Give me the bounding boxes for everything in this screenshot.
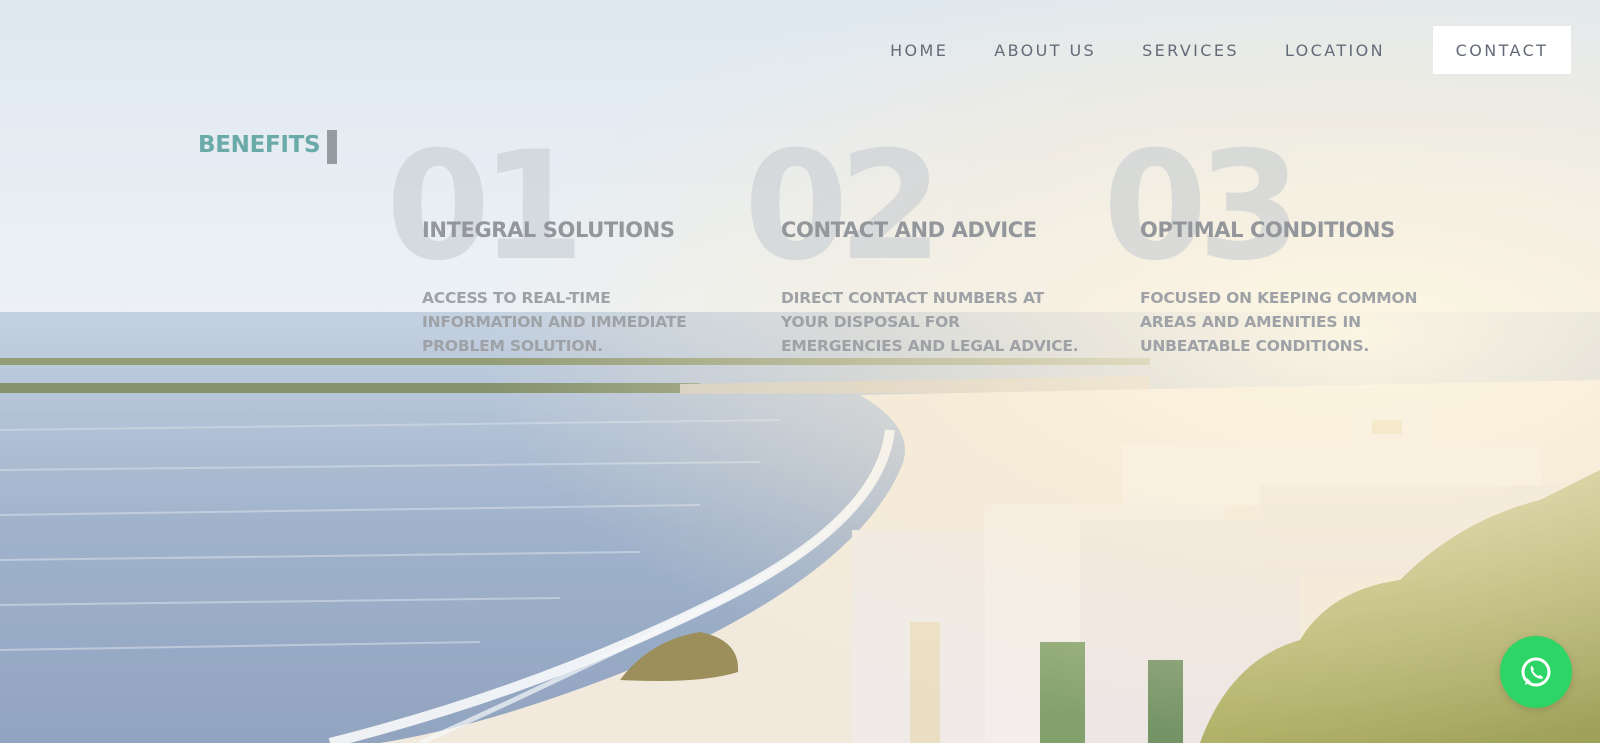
benefit-number: 03 — [1103, 120, 1302, 294]
main-navigation: HOME ABOUT US SERVICES LOCATION CONTACT — [844, 26, 1571, 74]
nav-about-link[interactable]: ABOUT US — [994, 41, 1096, 60]
hero-background — [0, 0, 1600, 743]
hero-overlay — [0, 0, 1600, 743]
benefit-description: FOCUSED ON KEEPING COMMON AREAS AND AMEN… — [1140, 289, 1418, 355]
whatsapp-icon — [1521, 657, 1551, 687]
benefit-number: 01 — [386, 120, 585, 294]
nav-location-link[interactable]: LOCATION — [1285, 41, 1385, 60]
benefit-title: INTEGRAL SOLUTIONS — [422, 218, 675, 242]
benefit-description: DIRECT CONTACT NUMBERS AT YOUR DISPOSAL … — [781, 289, 1079, 355]
nav-services-link[interactable]: SERVICES — [1142, 41, 1239, 60]
benefits-heading: BENEFITS — [198, 132, 321, 158]
benefit-number: 02 — [744, 120, 943, 294]
benefit-title: CONTACT AND ADVICE — [781, 218, 1037, 242]
benefit-title: OPTIMAL CONDITIONS — [1140, 218, 1395, 242]
benefits-heading-bar — [327, 130, 337, 164]
nav-contact-button[interactable]: CONTACT — [1433, 26, 1571, 74]
whatsapp-button[interactable] — [1500, 636, 1572, 708]
nav-home-link[interactable]: HOME — [890, 41, 948, 60]
benefit-description: ACCESS TO REAL-TIME INFORMATION AND IMME… — [422, 289, 687, 355]
